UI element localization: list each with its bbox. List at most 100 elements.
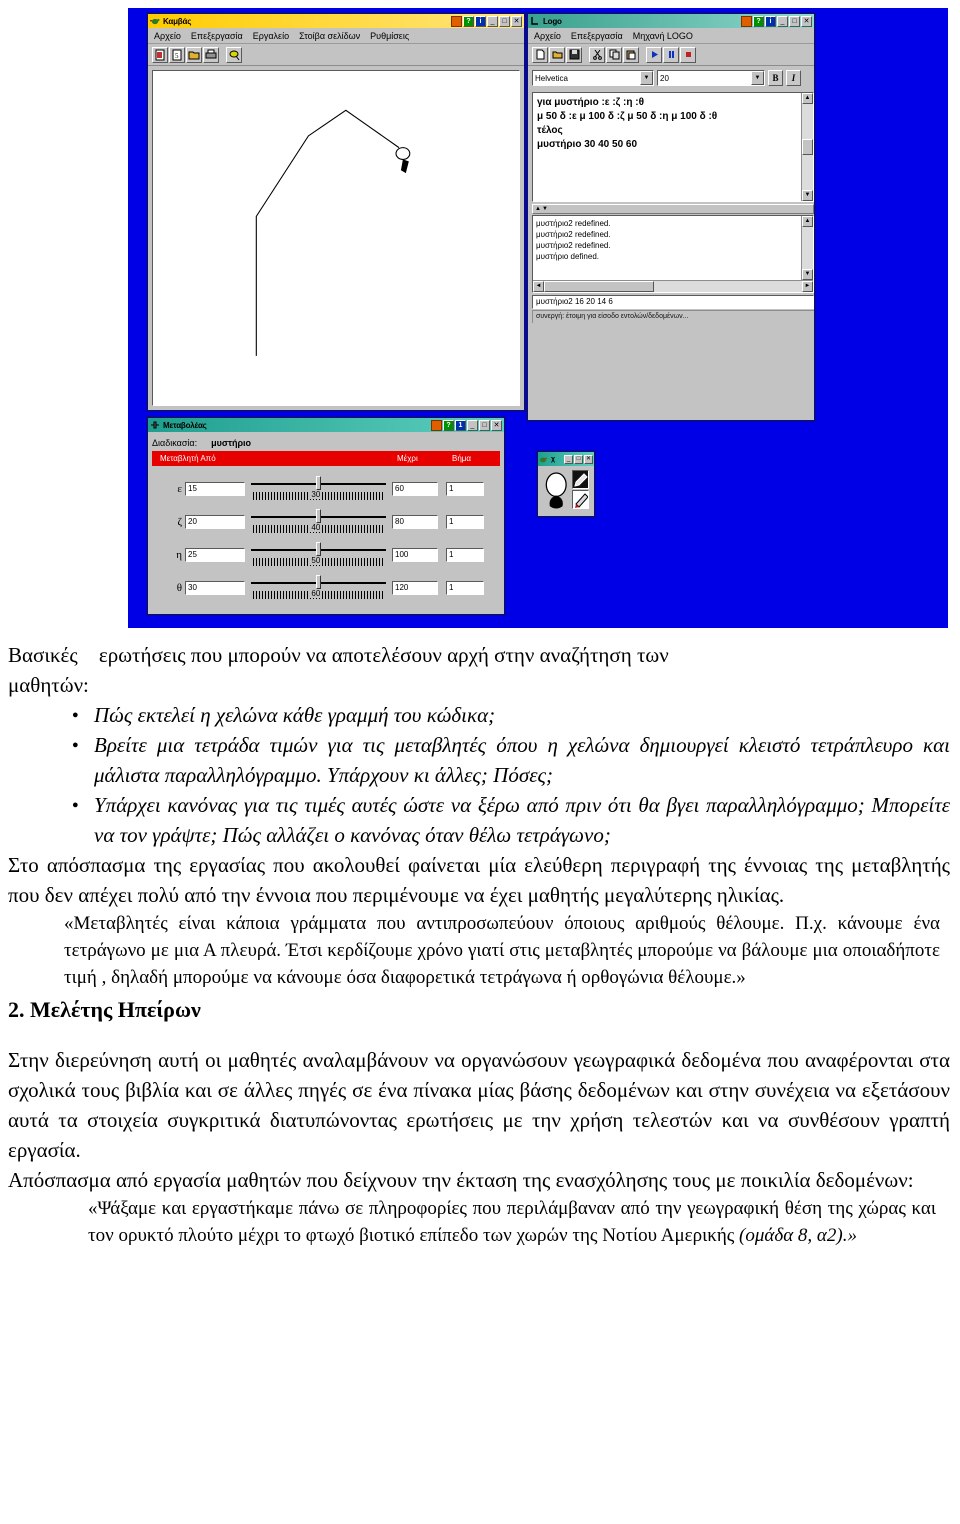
to-field[interactable]: 80 <box>392 514 438 529</box>
logo-window[interactable]: Logo ? i _ □ ✕ Αρχείο Επεξεργασία Μηχανή… <box>526 12 816 422</box>
turtle-titlebar[interactable]: χ _ □ ✕ <box>538 452 594 466</box>
close-button[interactable]: ✕ <box>491 419 502 431</box>
scroll-thumb[interactable] <box>802 139 813 155</box>
new-page-icon[interactable] <box>152 46 168 63</box>
scroll-down-icon[interactable]: ▼ <box>802 190 813 201</box>
to-field[interactable]: 60 <box>392 481 438 496</box>
value-slider[interactable]: 40 <box>251 507 386 537</box>
console-horizontal-scrollbar[interactable]: ◄ ► <box>533 280 813 292</box>
menu-item-edit[interactable]: Επεξεργασία <box>571 31 623 41</box>
step-field[interactable]: 1 <box>446 547 484 562</box>
menu-item-logo-machine[interactable]: Μηχανή LOGO <box>633 31 693 41</box>
canvas-menubar[interactable]: Αρχείο Επεξεργασία Εργαλείο Στοίβα σελίδ… <box>148 28 524 44</box>
to-field[interactable]: 120 <box>392 580 438 595</box>
paste-icon[interactable] <box>623 46 639 63</box>
logo-font-toolbar[interactable]: Helvetica ▼ 20 ▼ B I <box>532 66 814 90</box>
minimize-button[interactable]: _ <box>487 15 498 27</box>
splitter-up-icon[interactable]: ▲ <box>535 206 541 212</box>
pause-icon[interactable] <box>663 46 679 63</box>
scroll-track[interactable] <box>544 281 802 292</box>
value-slider[interactable]: 60 <box>251 573 386 603</box>
table-row[interactable]: ζ 20 40 80 1 <box>152 505 500 538</box>
cut-icon[interactable] <box>589 46 605 63</box>
copy-icon[interactable] <box>606 46 622 63</box>
close-button[interactable]: ✕ <box>511 15 522 27</box>
info-button[interactable]: i <box>475 15 486 27</box>
scroll-down-icon[interactable]: ▼ <box>802 269 813 280</box>
maximize-button[interactable]: □ <box>789 15 800 27</box>
logo-code-text[interactable]: για μυστήριο :ε :ζ :η :θ μ 50 δ :ε μ 100… <box>533 93 801 201</box>
logo-toolbar[interactable] <box>528 44 814 66</box>
from-field[interactable]: 15 <box>185 481 245 496</box>
font-family-select[interactable]: Helvetica ▼ <box>532 70 654 86</box>
run-icon[interactable] <box>646 46 662 63</box>
maximize-button[interactable]: □ <box>499 15 510 27</box>
minimize-button[interactable]: _ <box>564 454 573 464</box>
step-field[interactable]: 1 <box>446 481 484 496</box>
logo-console-pane[interactable]: μυστήριο2 redefined. μυστήριο2 redefined… <box>532 215 814 293</box>
menu-item-tools[interactable]: Εργαλείο <box>253 31 289 41</box>
italic-button[interactable]: I <box>786 70 801 86</box>
from-field[interactable]: 30 <box>185 580 245 595</box>
from-field[interactable]: 20 <box>185 514 245 529</box>
menu-item-settings[interactable]: Ρυθμίσεις <box>370 31 409 41</box>
maximize-button[interactable]: □ <box>479 419 490 431</box>
splitter-down-icon[interactable]: ▼ <box>542 206 548 212</box>
help-button[interactable]: ? <box>443 419 454 431</box>
scroll-up-icon[interactable]: ▲ <box>802 93 813 104</box>
scroll-right-icon[interactable]: ► <box>802 281 813 292</box>
logo-command-input[interactable]: μυστήριο2 16 20 14 6 <box>532 295 814 309</box>
value-slider[interactable]: 50 <box>251 540 386 570</box>
bold-button[interactable]: B <box>768 70 783 86</box>
turtle-window-buttons[interactable]: _ □ ✕ <box>564 454 593 464</box>
scroll-track[interactable] <box>802 227 813 269</box>
save-icon[interactable] <box>566 46 582 63</box>
info-button[interactable]: i <box>765 15 776 27</box>
drawing-canvas[interactable] <box>152 70 520 406</box>
canvas-window[interactable]: Καμβάς ? i _ □ ✕ Αρχείο Επεξεργασία Εργα… <box>146 12 526 412</box>
print-icon[interactable] <box>203 46 219 63</box>
new-file-icon[interactable] <box>532 46 548 63</box>
variables-window[interactable]: Μεταβολέας ? 1 _ □ ✕ Διαδικασία: μυστήρι… <box>146 416 506 616</box>
variables-titlebar[interactable]: Μεταβολέας ? 1 _ □ ✕ <box>148 418 504 432</box>
slider-thumb[interactable] <box>315 574 321 589</box>
minimize-button[interactable]: _ <box>467 419 478 431</box>
console-vertical-scrollbar[interactable]: ▲ ▼ <box>801 216 813 280</box>
scroll-up-icon[interactable]: ▲ <box>802 216 813 227</box>
turtle-tool-palette[interactable] <box>572 468 592 514</box>
close-button[interactable]: ✕ <box>801 15 812 27</box>
slider-thumb[interactable] <box>315 475 321 490</box>
canvas-toolbar[interactable]: 5 <box>148 44 524 66</box>
maximize-button[interactable]: □ <box>574 454 583 464</box>
scroll-thumb[interactable] <box>544 281 654 292</box>
minimize-button[interactable]: _ <box>777 15 788 27</box>
pen-icon[interactable] <box>572 470 590 489</box>
editor-console-splitter[interactable]: ▲ ▼ <box>532 204 814 214</box>
table-row[interactable]: η 25 50 100 1 <box>152 538 500 571</box>
chevron-down-icon[interactable]: ▼ <box>751 71 764 85</box>
slider-thumb[interactable] <box>315 541 321 556</box>
logo-window-buttons[interactable]: ? i _ □ ✕ <box>741 15 812 27</box>
paint-icon[interactable] <box>226 46 242 63</box>
help-button[interactable]: ? <box>463 15 474 27</box>
font-size-select[interactable]: 20 ▼ <box>657 70 765 86</box>
from-field[interactable]: 25 <box>185 547 245 562</box>
table-row[interactable]: ε 15 30 60 1 <box>152 472 500 505</box>
code-vertical-scrollbar[interactable]: ▲ ▼ <box>801 93 813 201</box>
scroll-track[interactable] <box>802 155 813 190</box>
logo-titlebar[interactable]: Logo ? i _ □ ✕ <box>528 14 814 28</box>
menu-item-pagestack[interactable]: Στοίβα σελίδων <box>299 31 360 41</box>
close-button[interactable]: ✕ <box>584 454 593 464</box>
info-button[interactable]: 1 <box>455 419 466 431</box>
value-slider[interactable]: 30 <box>251 474 386 504</box>
stop-icon[interactable] <box>680 46 696 63</box>
table-row[interactable]: θ 30 60 120 1 <box>152 571 500 604</box>
open-folder-icon[interactable] <box>549 46 565 63</box>
menu-item-file[interactable]: Αρχείο <box>534 31 561 41</box>
canvas-window-buttons[interactable]: ? i _ □ ✕ <box>451 15 522 27</box>
step-field[interactable]: 1 <box>446 580 484 595</box>
logo-menubar[interactable]: Αρχείο Επεξεργασία Μηχανή LOGO <box>528 28 814 44</box>
copy-page-icon[interactable]: 5 <box>169 46 185 63</box>
square-button[interactable] <box>741 15 752 27</box>
menu-item-edit[interactable]: Επεξεργασία <box>191 31 243 41</box>
